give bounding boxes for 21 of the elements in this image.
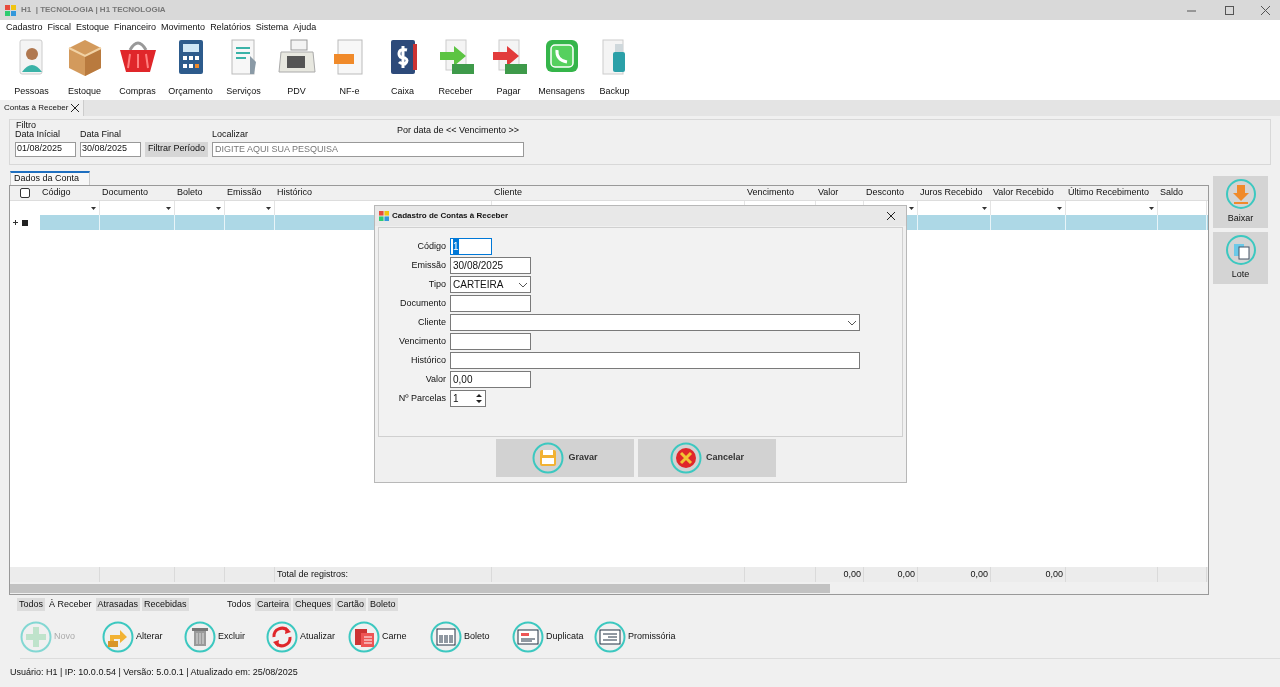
field-label: Valor (424, 372, 446, 386)
field-label: Emissão (410, 258, 446, 272)
dialog-title: Cadastro de Contas à Receber (392, 210, 510, 222)
total-cell-text: Total de registros: (277, 567, 349, 581)
field-label: Vencimento (397, 334, 446, 348)
total-cell-text: 0,00 (843, 567, 861, 581)
field-label: Nº Parcelas (397, 391, 446, 405)
status-bar-text: Usuário: H1 | IP: 10.0.0.54 | Versão: 5.0.0.1 | Atualizado em: 25/08/2025 (10, 666, 298, 680)
field-label: Data Final (80, 128, 122, 141)
total-cell-text: 0,00 (1045, 567, 1063, 581)
group-label: Filtro (16, 119, 36, 131)
total-cell-text: 0,00 (970, 567, 988, 581)
field-label: Cliente (417, 315, 446, 329)
total-cell-text: 0,00 (897, 567, 915, 581)
field-label: Histórico (410, 353, 446, 367)
field-label: Localizar (212, 128, 249, 141)
field-label: Tipo (427, 277, 446, 291)
field-label: Código (416, 239, 446, 253)
field-label: Data Inícial (15, 128, 61, 141)
window-title: H1 | TECNOLOGIA | H1 TECNOLOGIA (21, 4, 166, 16)
field-label: Documento (398, 296, 446, 310)
